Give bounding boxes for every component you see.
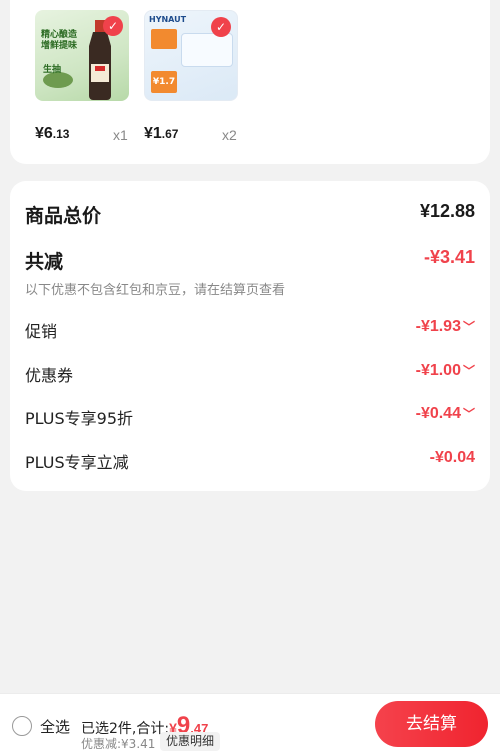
discount-value: -¥0.04 (429, 449, 475, 466)
price-summary-card: 商品总价 ¥12.88 共减 -¥3.41 以下优惠不包含红包和京豆，请在结算页… (10, 181, 490, 491)
product-image-text: 精心酿造 增鲜提味 (41, 30, 78, 51)
discount-value: -¥0.44 ﹀ (415, 405, 475, 422)
chevron-down-icon[interactable]: ﹀ (463, 364, 475, 378)
total-reduction-label: 共减 (25, 251, 64, 273)
product-price-int: ¥6 (35, 125, 53, 142)
discount-label: PLUS专享95折 (25, 409, 133, 428)
select-all-label[interactable]: 全选 (40, 716, 70, 737)
total-reduction-row: 共减 -¥3.41 (25, 247, 475, 273)
chevron-down-icon[interactable]: ﹀ (463, 320, 475, 334)
image-tag-illustration (151, 29, 177, 49)
discount-row-plus-95[interactable]: PLUS专享95折 -¥0.44 ﹀ (25, 405, 475, 429)
product-quantity: x1 (113, 127, 128, 143)
discount-label: PLUS专享立减 (25, 453, 129, 472)
total-price-label: 商品总价 (25, 205, 102, 227)
selected-check-icon[interactable]: ✓ (211, 17, 231, 37)
discount-summary: 优惠减:¥3.41 (81, 737, 156, 751)
discount-row-plus-reduce: PLUS专享立减 -¥0.04 (25, 449, 475, 473)
discount-value: -¥1.93 ﹀ (415, 318, 475, 335)
discount-row-coupon[interactable]: 优惠券 -¥1.00 ﹀ (25, 362, 475, 386)
select-all-radio[interactable] (12, 716, 32, 736)
chevron-down-icon[interactable]: ﹀ (463, 407, 475, 421)
product-price-dec: .13 (52, 127, 70, 141)
product-price-int: ¥1 (144, 125, 162, 142)
product-image-mask[interactable]: HYNAUT ¥1.7 ✓ (144, 10, 238, 101)
cart-product-card: 精心酿造 增鲜提味 生抽 ✓ ¥6.13 x1 HYNAUT ¥1.7 ✓ ¥1… (10, 0, 490, 164)
mask-illustration (181, 33, 233, 67)
product-price: ¥6.13 (35, 125, 69, 143)
total-reduction-value: -¥3.41 (423, 247, 475, 267)
checkout-button[interactable]: 去结算 (375, 701, 488, 747)
total-price-row: 商品总价 ¥12.88 (25, 201, 475, 227)
discount-note: 以下优惠不包含红包和京豆，请在结算页查看 (25, 283, 286, 298)
product-image-soy-sauce[interactable]: 精心酿造 增鲜提味 生抽 ✓ (35, 10, 129, 101)
discount-detail-button[interactable]: 优惠明细 (160, 732, 221, 751)
discount-label: 促销 (25, 322, 58, 341)
discount-label: 优惠券 (25, 366, 74, 385)
selected-check-icon[interactable]: ✓ (103, 16, 123, 36)
discount-row-promotion[interactable]: 促销 -¥1.93 ﹀ (25, 318, 475, 342)
product-quantity: x2 (222, 127, 237, 143)
total-price-value: ¥12.88 (419, 201, 475, 221)
image-price-tag: ¥1.7 (151, 71, 177, 93)
product-price-dec: .67 (161, 127, 179, 141)
product-image-brand: HYNAUT (149, 15, 187, 24)
product-price: ¥1.67 (144, 125, 178, 143)
discount-value: -¥1.00 ﹀ (415, 362, 475, 379)
checkout-bar: 全选 已选2件,合计:¥9.47 优惠减:¥3.41 优惠明细 去结算 (0, 693, 500, 753)
product-image-subtext: 生抽 (43, 65, 62, 75)
